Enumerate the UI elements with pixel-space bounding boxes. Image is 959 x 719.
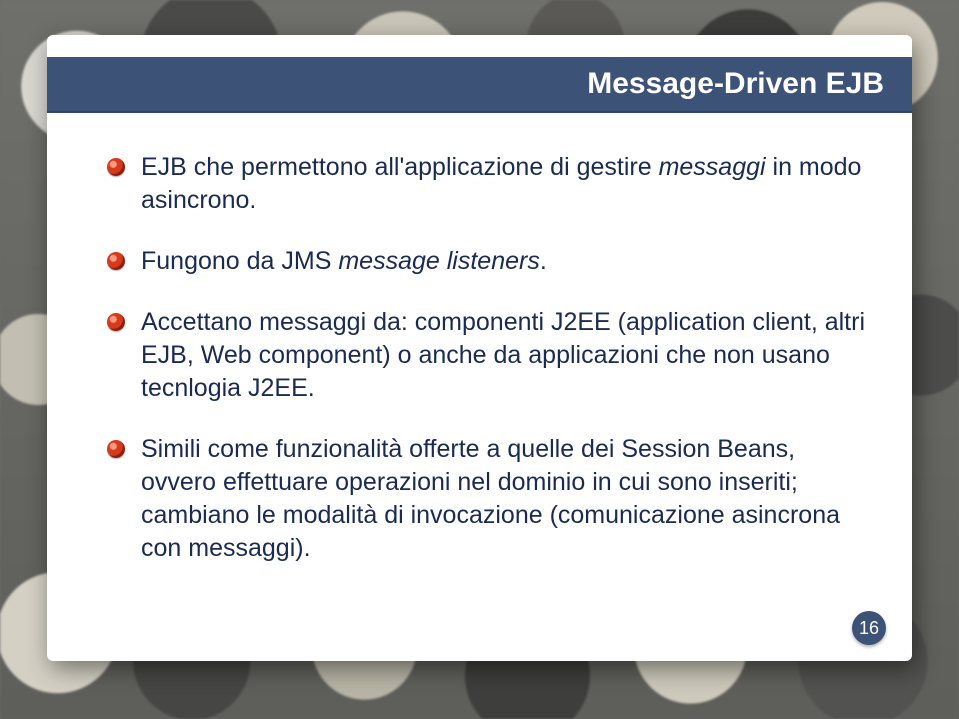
page-number-badge: 16 [852,611,886,645]
bullet-text-post: . [540,247,547,275]
slide-card: Message-Driven EJB EJB che permettono al… [47,35,912,661]
slide-title: Message-Driven EJB [587,67,884,100]
bullet-text-pre: EJB che permettono all'applicazione di g… [141,153,659,181]
bullet-item: EJB che permettono all'applicazione di g… [107,151,868,217]
bullet-item: Fungono da JMS message listeners. [107,245,868,278]
page-number: 16 [859,618,879,639]
bullet-text-pre: Accettano messaggi da: componenti J2EE (… [141,308,865,402]
bullet-text-em: message listeners [338,247,539,275]
bullet-text-em: messaggi [659,153,766,181]
slide-body: EJB che permettono all'applicazione di g… [47,113,912,565]
slide-title-bar: Message-Driven EJB [47,57,912,113]
bullet-text-pre: Fungono da JMS [141,247,338,275]
bullet-list: EJB che permettono all'applicazione di g… [107,151,868,565]
bullet-item: Simili come funzionalità offerte a quell… [107,433,868,565]
bullet-text-pre: Simili come funzionalità offerte a quell… [141,435,840,562]
bullet-item: Accettano messaggi da: componenti J2EE (… [107,306,868,405]
